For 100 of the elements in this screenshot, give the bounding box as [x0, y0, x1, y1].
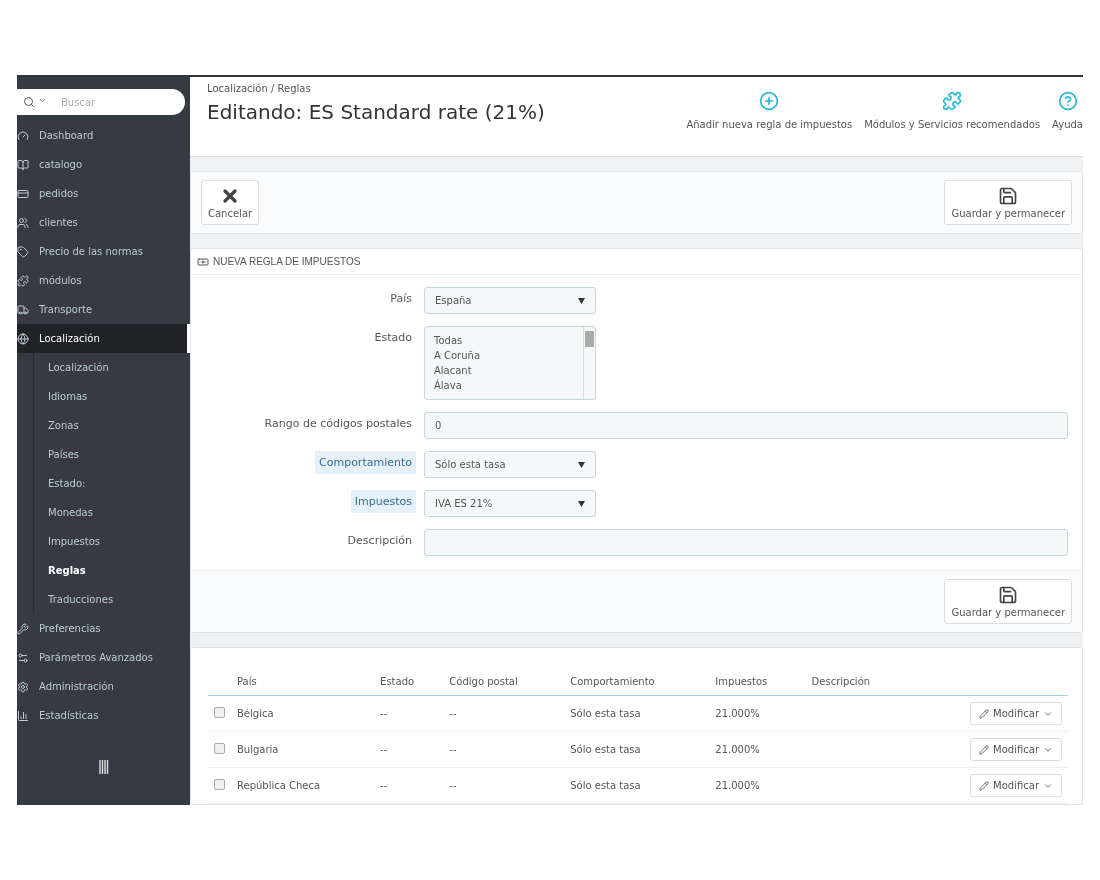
- list-field[interactable]: Todas A Coruña Alacant Álava: [424, 326, 596, 400]
- wrench-icon: [17, 622, 29, 635]
- column-header: Descripción: [805, 668, 912, 696]
- field-label: Estado: [373, 330, 413, 346]
- pencil-icon: [979, 744, 990, 755]
- column-header: Impuestos: [709, 668, 806, 696]
- row-checkbox[interactable]: [214, 707, 225, 718]
- banknote-icon: [197, 255, 209, 268]
- panel-title: NUEVA REGLA DE IMPUESTOS: [213, 256, 361, 267]
- table-cell: 21.000%: [709, 731, 806, 768]
- page-title: Editando: ES Standard rate (21%): [207, 100, 545, 124]
- pencil-icon: [979, 780, 990, 791]
- table-cell: Sólo esta tasa: [564, 731, 710, 768]
- text-field[interactable]: 0: [424, 412, 1068, 439]
- table-cell: --: [443, 767, 565, 804]
- toolbar-link[interactable]: Añadir nueva regla de impuestos: [686, 91, 853, 130]
- row-checkbox[interactable]: [214, 743, 225, 754]
- collapse-icon[interactable]: [98, 760, 109, 774]
- save-button[interactable]: Guardar y permanecer: [944, 579, 1072, 624]
- puzzle-icon: [17, 274, 29, 287]
- caret-icon: [578, 500, 585, 507]
- sidebar-subitem[interactable]: Traducciones: [34, 585, 190, 614]
- column-header: Comportamiento: [564, 668, 710, 696]
- search-icon: [23, 96, 35, 108]
- edit-button[interactable]: Modificar: [970, 738, 1062, 761]
- table-cell: --: [374, 695, 444, 732]
- sidebar-item[interactable]: Precio de las normas: [17, 237, 190, 266]
- bar-chart-icon: [17, 709, 29, 722]
- field-label: Comportamiento: [315, 451, 416, 474]
- select-field[interactable]: IVA ES 21%: [424, 490, 596, 517]
- table-cell: --: [374, 731, 444, 768]
- field-label: Rango de códigos postales: [263, 416, 413, 432]
- sidebar-item[interactable]: Localización: [17, 324, 190, 353]
- tag-icon: [17, 245, 29, 258]
- card-icon: [17, 187, 29, 200]
- sidebar-item[interactable]: catalogo: [17, 150, 190, 179]
- table-cell: República Checa: [231, 767, 375, 804]
- row-checkbox[interactable]: [214, 779, 225, 790]
- sidebar-item[interactable]: módulos: [17, 266, 190, 295]
- field-label: Impuestos: [350, 490, 416, 513]
- field-label: País: [389, 291, 413, 307]
- users-icon: [17, 216, 29, 229]
- pencil-icon: [979, 708, 990, 719]
- sidebar-item[interactable]: Dashboard: [17, 121, 190, 150]
- table-cell: Sólo esta tasa: [564, 767, 710, 804]
- table-cell: --: [443, 731, 565, 768]
- sidebar-subitem[interactable]: Estado:: [34, 469, 190, 498]
- table-cell: Bulgaria: [231, 731, 375, 768]
- caret-icon: [578, 461, 585, 468]
- globe-icon: [17, 332, 29, 345]
- list-option[interactable]: Alacant: [434, 363, 574, 378]
- cancel-button[interactable]: Cancelar: [201, 180, 260, 225]
- caret-icon: [578, 297, 585, 304]
- gauge-icon: [17, 129, 29, 142]
- table-cell: Sólo esta tasa: [564, 695, 710, 732]
- sidebar-subitem[interactable]: Reglas: [34, 556, 190, 585]
- puzzle-icon: [942, 91, 963, 111]
- list-option[interactable]: A Coruña: [434, 348, 574, 363]
- edit-button[interactable]: Modificar: [970, 774, 1062, 797]
- list-option[interactable]: Todas: [434, 333, 574, 348]
- sidebar-item[interactable]: clientes: [17, 208, 190, 237]
- list-option[interactable]: Álava: [434, 378, 574, 393]
- settings-icon: [17, 680, 29, 693]
- save-icon: [998, 186, 1019, 206]
- book-icon: [17, 158, 29, 171]
- sliders-icon: [17, 651, 29, 664]
- toolbar-link[interactable]: Módulos y Servicios recomendados: [864, 91, 1041, 130]
- text-field[interactable]: [424, 529, 1068, 556]
- sidebar-item[interactable]: Estadísticas: [17, 701, 190, 730]
- save-icon: [998, 585, 1019, 605]
- sidebar-item[interactable]: Preferencias: [17, 614, 190, 643]
- help-icon: [1057, 91, 1078, 111]
- truck-icon: [17, 303, 29, 316]
- save-button[interactable]: Guardar y permanecer: [944, 180, 1072, 225]
- sidebar-subitem[interactable]: Países: [34, 440, 190, 469]
- sidebar-subitem[interactable]: Zonas: [34, 411, 190, 440]
- sidebar-subitem[interactable]: Idiomas: [34, 382, 190, 411]
- select-field[interactable]: Sólo esta tasa: [424, 451, 596, 478]
- sidebar-subitem[interactable]: Monedas: [34, 498, 190, 527]
- plus-circle-icon: [759, 91, 780, 111]
- sidebar-item[interactable]: pedidos: [17, 179, 190, 208]
- edit-button[interactable]: Modificar: [970, 702, 1062, 725]
- table-cell: 21.000%: [709, 695, 806, 732]
- caret-icon: [38, 96, 47, 105]
- sidebar-subitem[interactable]: Localización: [34, 353, 190, 382]
- sidebar-item[interactable]: Administración: [17, 672, 190, 701]
- search-field[interactable]: Buscar: [17, 89, 185, 115]
- column-header: Estado: [374, 668, 444, 696]
- field-label: Descripción: [346, 533, 413, 549]
- column-header: Código postal: [443, 668, 565, 696]
- sidebar-subitem[interactable]: Impuestos: [34, 527, 190, 556]
- column-header: País: [231, 668, 375, 696]
- toolbar-link[interactable]: Ayuda: [1052, 91, 1083, 130]
- table-cell: Bélgica: [231, 695, 375, 732]
- table-cell: --: [374, 767, 444, 804]
- sidebar-item[interactable]: Transporte: [17, 295, 190, 324]
- scrollbar-thumb[interactable]: [585, 331, 594, 347]
- sidebar-item[interactable]: Parámetros Avanzados: [17, 643, 190, 672]
- select-field[interactable]: España: [424, 287, 596, 314]
- breadcrumb: Localización / Reglas: [207, 83, 312, 94]
